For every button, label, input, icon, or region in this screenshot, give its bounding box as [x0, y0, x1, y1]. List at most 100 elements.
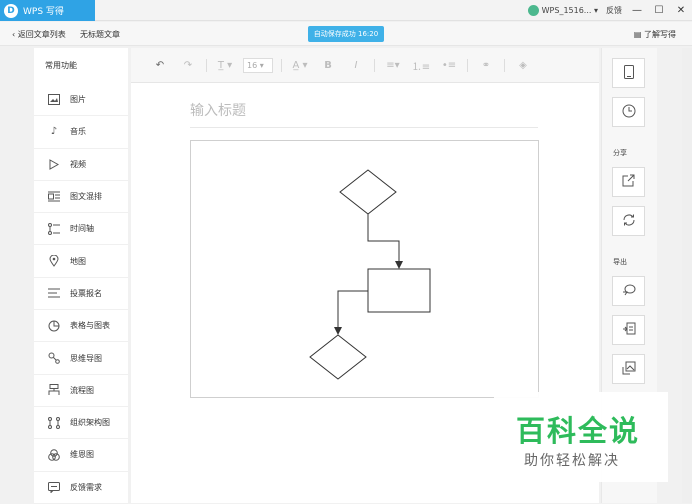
sidebar-item-label: 反馈需求	[70, 482, 102, 492]
toolbar-divider	[206, 58, 207, 72]
maximize-button[interactable]: ☐	[652, 5, 666, 16]
image-icon	[47, 93, 61, 107]
flowchart-drawing	[309, 169, 431, 380]
sidebar-item-label: 维恩图	[70, 450, 94, 460]
back-label: 返回文章列表	[17, 30, 66, 39]
sidebar-item-label: 表格与图表	[70, 321, 110, 331]
share-icon	[622, 174, 635, 190]
timeline-icon	[47, 222, 61, 236]
minimize-button[interactable]: —	[630, 5, 644, 16]
sidebar-item-chart[interactable]: 表格与图表	[34, 310, 128, 343]
export-wechat-button[interactable]	[612, 276, 645, 306]
paint-bucket-icon[interactable]: ◈	[509, 60, 537, 71]
map-pin-icon	[47, 254, 61, 268]
italic-icon[interactable]: I	[342, 60, 370, 71]
title-bar: D WPS 写得 WPS_1516... ▾ 反馈 — ☐ ✕	[0, 0, 692, 21]
mindmap-icon	[47, 351, 61, 365]
sidebar-item-map[interactable]: 地图	[34, 245, 128, 278]
save-status-badge: 自动保存成功 16:20	[308, 26, 384, 42]
video-icon	[47, 157, 61, 171]
vote-icon	[47, 286, 61, 300]
ordered-list-icon[interactable]: ⒈≡	[407, 58, 435, 73]
export-document-button[interactable]	[612, 315, 645, 345]
sidebar-item-flowchart[interactable]: 流程图	[34, 375, 128, 407]
sidebar-item-label: 图片	[70, 95, 86, 105]
sidebar-item-label: 思维导图	[70, 353, 102, 363]
sidebar-item-org-chart[interactable]: 组织架构图	[34, 407, 128, 440]
sidebar-item-label: 视频	[70, 159, 86, 169]
font-color-icon[interactable]: A̲ ▾	[286, 60, 314, 71]
feedback-icon	[47, 480, 61, 494]
font-size-select[interactable]: 16 ▾	[243, 57, 273, 73]
text-style-icon[interactable]: T̲ ▾	[211, 60, 239, 71]
chat-export-icon	[622, 283, 636, 300]
bullet-list-icon[interactable]: •≡	[435, 60, 463, 71]
clock-icon	[622, 104, 636, 121]
document-title: 无标题文章	[80, 30, 120, 39]
nav-bar: ‹ 返回文章列表 无标题文章 自动保存成功 16:20 ▤ 了解写得	[0, 22, 692, 46]
help-label: 了解写得	[644, 30, 676, 39]
music-icon: ♪	[50, 126, 58, 138]
mobile-icon	[623, 64, 634, 82]
vertical-scrollbar[interactable]	[682, 48, 692, 503]
toolbar-divider	[281, 58, 282, 72]
sidebar-item-label: 流程图	[70, 385, 94, 395]
sidebar-item-timeline[interactable]: 时间轴	[34, 213, 128, 246]
export-image-button[interactable]	[612, 354, 645, 384]
back-to-list-button[interactable]: ‹ 返回文章列表	[12, 29, 66, 40]
toolbar-divider	[504, 58, 505, 72]
undo-icon[interactable]: ↶	[146, 60, 174, 71]
sidebar-item-image-text[interactable]: 图文混排	[34, 181, 128, 214]
share-section-label: 分享	[613, 149, 627, 157]
image-text-icon	[47, 190, 61, 204]
sidebar-item-label: 地图	[70, 256, 86, 266]
connector-arrow	[334, 290, 368, 335]
watermark-subtitle: 助你轻松解决	[524, 453, 620, 469]
align-icon[interactable]: ≡▾	[379, 60, 407, 71]
org-chart-icon	[47, 416, 61, 430]
sidebar-item-venn[interactable]: 维恩图	[34, 439, 128, 472]
user-account[interactable]: WPS_1516... ▾	[527, 5, 598, 16]
flowchart-canvas[interactable]	[190, 140, 539, 398]
redo-icon[interactable]: ↷	[174, 60, 202, 71]
app-tab[interactable]: D WPS 写得	[0, 0, 95, 21]
wps-logo-icon: D	[4, 3, 18, 18]
close-button[interactable]: ✕	[674, 5, 688, 16]
title-input[interactable]: 输入标题	[190, 100, 538, 128]
sidebar-item-mindmap[interactable]: 思维导图	[34, 342, 128, 375]
help-link[interactable]: ▤ 了解写得	[634, 29, 676, 40]
sidebar-item-label: 图文混排	[70, 192, 102, 202]
bold-icon[interactable]: B	[314, 60, 342, 71]
mobile-preview-button[interactable]	[612, 58, 645, 88]
sidebar-item-label: 组织架构图	[70, 418, 110, 428]
user-name: WPS_1516...	[541, 6, 592, 15]
share-link-button[interactable]	[612, 167, 645, 197]
sidebar-item-video[interactable]: 视频	[34, 149, 128, 181]
document-icon: ▤	[633, 30, 644, 39]
sidebar-item-vote[interactable]: 投票报名	[34, 278, 128, 311]
sidebar-item-label: 投票报名	[70, 288, 102, 298]
feature-sidebar: 常用功能 图片 ♪ 音乐 视频 图文混排 时间轴 地图 投票报名 表格与图表 思…	[34, 48, 128, 504]
chart-icon	[47, 319, 61, 333]
history-button[interactable]	[612, 97, 645, 127]
sidebar-item-music[interactable]: ♪ 音乐	[34, 116, 128, 149]
sync-button[interactable]	[612, 206, 645, 236]
venn-icon	[47, 448, 61, 462]
font-size-value: 16	[247, 60, 258, 70]
watermark-title: 百科全说	[516, 414, 641, 448]
decision-shape	[339, 169, 397, 215]
document-export-icon	[622, 322, 636, 339]
title-bar-actions: WPS_1516... ▾ 反馈 — ☐ ✕	[527, 0, 688, 21]
app-name: WPS 写得	[23, 7, 64, 17]
link-icon[interactable]: ⚭	[472, 60, 500, 71]
toolbar-divider	[467, 58, 468, 72]
feedback-link[interactable]: 反馈	[606, 5, 622, 16]
avatar	[527, 5, 539, 16]
sidebar-item-image[interactable]: 图片	[34, 84, 128, 117]
flowchart-icon	[47, 383, 61, 397]
refresh-icon	[622, 213, 636, 230]
format-toolbar: ↶ ↷ T̲ ▾ 16 ▾ A̲ ▾ B I ≡▾ ⒈≡ •≡ ⚭ ◈	[131, 48, 599, 83]
sidebar-item-label: 音乐	[70, 127, 86, 137]
sidebar-item-feedback[interactable]: 反馈需求	[34, 472, 128, 504]
export-section-label: 导出	[613, 258, 627, 266]
